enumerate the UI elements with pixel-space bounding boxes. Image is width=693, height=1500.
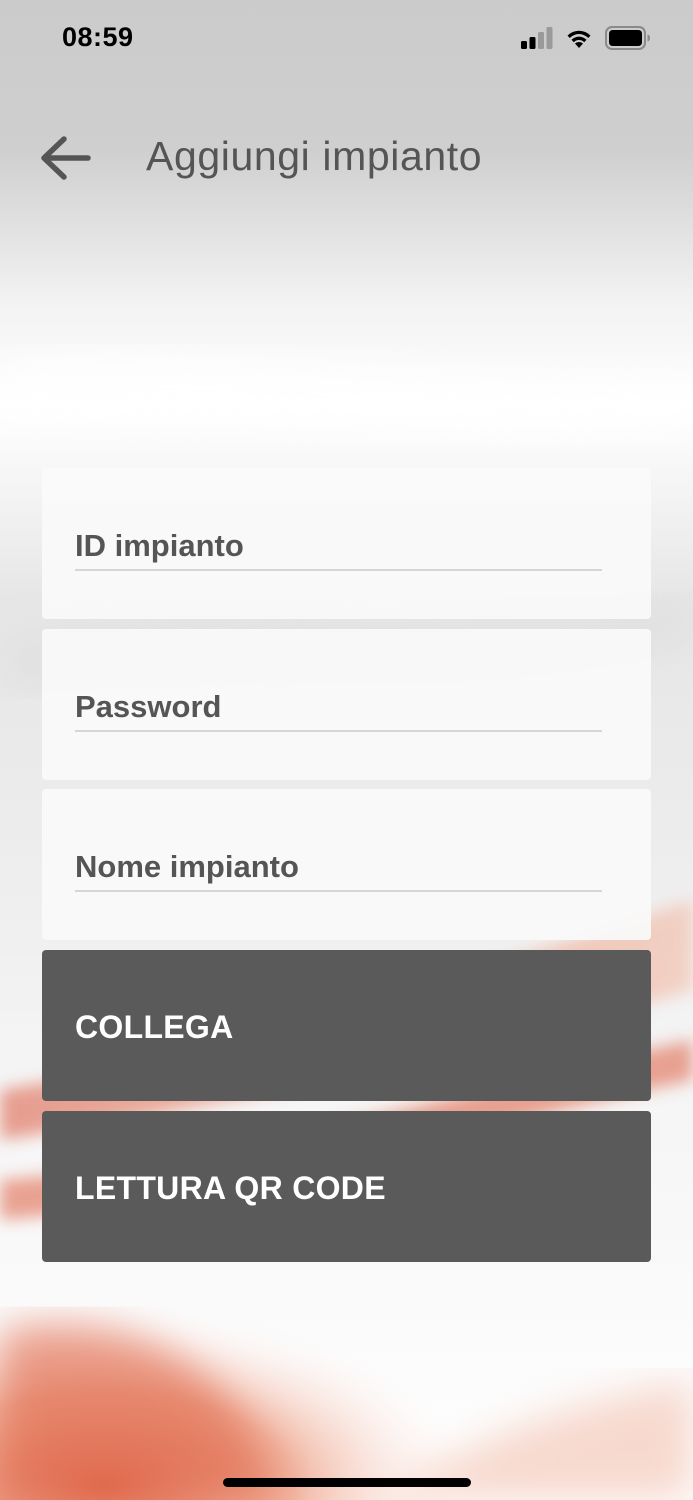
home-indicator[interactable] [223, 1478, 471, 1487]
status-bar: 08:59 [0, 0, 693, 80]
qr-code-button-label: LETTURA QR CODE [75, 1170, 386, 1206]
cellular-signal-icon [521, 27, 553, 49]
status-time: 08:59 [62, 22, 134, 52]
connect-button[interactable]: COLLEGA [42, 950, 651, 1101]
page-title: Aggiungi impianto [146, 133, 483, 179]
back-button[interactable] [38, 133, 94, 183]
plant-id-field[interactable] [75, 523, 602, 571]
header: Aggiungi impianto [0, 120, 693, 200]
qr-code-button[interactable]: LETTURA QR CODE [42, 1111, 651, 1262]
password-card [42, 629, 651, 780]
connect-button-label: COLLEGA [75, 1009, 234, 1045]
arrow-left-icon [41, 136, 91, 180]
battery-icon [605, 26, 650, 50]
plant-name-field[interactable] [75, 844, 602, 892]
status-icons [521, 26, 651, 50]
plant-name-card [42, 789, 651, 940]
plant-id-card [42, 468, 651, 619]
wifi-icon [567, 30, 591, 48]
password-field[interactable] [75, 684, 602, 732]
